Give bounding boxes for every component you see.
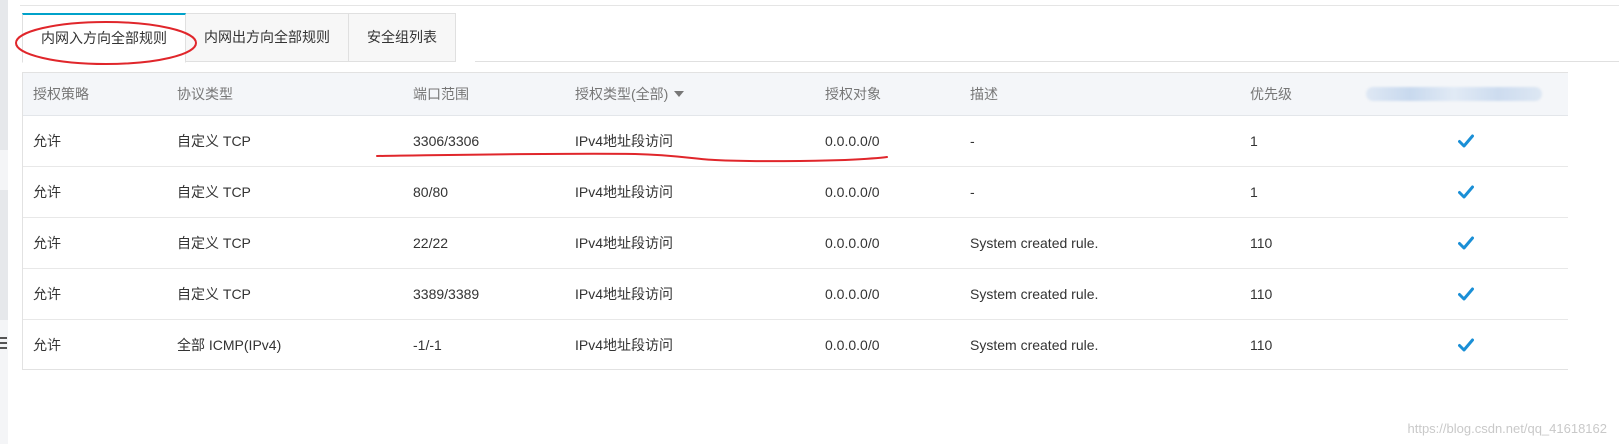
cell-auth-object: 0.0.0.0/0 xyxy=(825,286,880,302)
header-policy: 授权策略 xyxy=(33,86,89,102)
redacted-header xyxy=(1366,87,1542,101)
cell-auth-type: IPv4地址段访问 xyxy=(575,286,674,302)
cell-auth-type: IPv4地址段访问 xyxy=(575,184,674,200)
rule-tabs: 内网入方向全部规则 内网出方向全部规则 安全组列表 xyxy=(22,13,456,63)
tab-inbound-rules[interactable]: 内网入方向全部规则 xyxy=(22,13,186,63)
cell-auth-object: 0.0.0.0/0 xyxy=(825,336,880,353)
header-priority: 优先级 xyxy=(1250,86,1292,102)
table-header: 授权策略 协议类型 端口范围 授权类型(全部) 授权对象 描述 优先级 xyxy=(23,73,1568,116)
header-auth-type-label: 授权类型(全部) xyxy=(575,86,669,102)
cell-protocol: 自定义 TCP xyxy=(177,133,251,149)
cell-priority: 1 xyxy=(1250,133,1258,149)
left-edge-segment xyxy=(0,0,8,150)
cell-priority: 110 xyxy=(1250,286,1273,302)
header-port-range: 端口范围 xyxy=(413,86,469,102)
cell-auth-type: IPv4地址段访问 xyxy=(575,133,674,149)
tab-outbound-rules[interactable]: 内网出方向全部规则 xyxy=(186,13,349,62)
table-row: 允许 自定义 TCP 80/80 IPv4地址段访问 0.0.0.0/0 - 1 xyxy=(23,167,1568,218)
cell-protocol: 自定义 TCP xyxy=(177,286,251,302)
cell-policy: 允许 xyxy=(33,235,61,251)
header-protocol: 协议类型 xyxy=(177,86,233,102)
table-row: 允许 自定义 TCP 3389/3389 IPv4地址段访问 0.0.0.0/0 Syst… xyxy=(23,269,1568,320)
cell-policy: 允许 xyxy=(33,286,61,302)
tab-security-group-list[interactable]: 安全组列表 xyxy=(349,13,456,62)
menu-icon[interactable] xyxy=(0,337,7,352)
cell-description: System created rule. xyxy=(970,286,1099,302)
cell-auth-type: IPv4地址段访问 xyxy=(575,235,674,251)
rules-table: 授权策略 协议类型 端口范围 授权类型(全部) 授权对象 描述 优先级 允许自定… xyxy=(22,72,1568,370)
check-icon xyxy=(1453,218,1479,268)
cell-policy: 允许 xyxy=(33,184,61,200)
cell-policy: 允许 xyxy=(33,336,61,353)
cell-protocol: 自定义 TCP xyxy=(177,235,251,251)
header-auth-object: 授权对象 xyxy=(825,86,881,102)
check-icon xyxy=(1453,116,1479,166)
check-icon xyxy=(1453,269,1479,319)
check-icon xyxy=(1453,167,1479,217)
cell-protocol: 自定义 TCP xyxy=(177,184,251,200)
caret-down-icon xyxy=(674,91,685,97)
tabs-baseline xyxy=(475,61,1619,62)
cell-port-range: 22/22 xyxy=(413,235,449,251)
table-row: 允许 自定义 TCP 22/22 IPv4地址段访问 0.0.0.0/0 System c… xyxy=(23,218,1568,269)
header-description: 描述 xyxy=(970,86,998,102)
cell-policy: 允许 xyxy=(33,133,61,149)
cell-port-range: -1/-1 xyxy=(413,336,442,353)
table-row: 允许 自定义 TCP 3306/3306 IPv4地址段访问 0.0.0.0/0 - 1 xyxy=(23,116,1568,167)
cell-protocol: 全部 ICMP(IPv4) xyxy=(177,336,282,353)
cell-auth-type: IPv4地址段访问 xyxy=(575,336,674,353)
watermark: https://blog.csdn.net/qq_41618162 xyxy=(1407,421,1608,436)
cell-description: - xyxy=(970,184,975,200)
cell-description: - xyxy=(970,133,975,149)
cell-port-range: 3389/3389 xyxy=(413,286,480,302)
cell-port-range: 3306/3306 xyxy=(413,133,480,149)
cell-auth-object: 0.0.0.0/0 xyxy=(825,235,880,251)
cell-priority: 110 xyxy=(1250,235,1273,251)
cell-priority: 110 xyxy=(1250,336,1273,353)
left-edge-segment xyxy=(0,190,8,320)
cell-description: System created rule. xyxy=(970,235,1099,251)
left-edge-strip xyxy=(0,0,8,444)
top-divider xyxy=(20,5,1619,6)
header-auth-type-filter[interactable]: 授权类型(全部) xyxy=(575,73,685,115)
cell-port-range: 80/80 xyxy=(413,184,449,200)
cell-priority: 1 xyxy=(1250,184,1258,200)
check-icon xyxy=(1453,320,1479,369)
cell-auth-object: 0.0.0.0/0 xyxy=(825,133,880,149)
table-row: 允许 全部 ICMP(IPv4) -1/-1 IPv4地址段访问 0.0.0.0/0 Sy… xyxy=(23,320,1568,369)
cell-description: System created rule. xyxy=(970,336,1099,353)
cell-auth-object: 0.0.0.0/0 xyxy=(825,184,880,200)
